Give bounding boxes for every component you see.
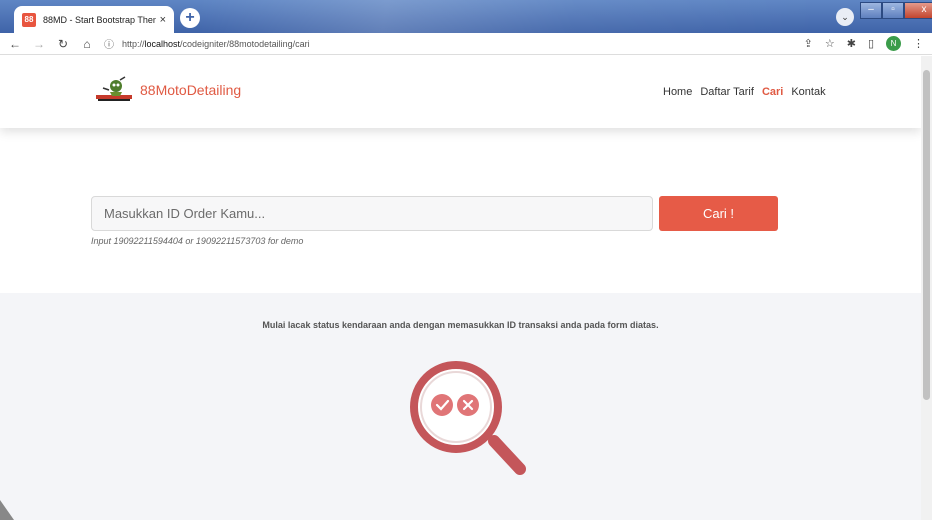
page-content: 88MotoDetailing Home Daftar Tarif Cari K… — [0, 56, 921, 520]
url-prefix: http:// — [122, 38, 145, 49]
back-icon[interactable]: ← — [6, 37, 24, 51]
side-panel-icon[interactable]: ▯ — [868, 37, 874, 50]
site-info-icon[interactable]: ⓘ — [104, 36, 114, 51]
menu-kebab-icon[interactable]: ⋮ — [913, 37, 924, 50]
order-id-input[interactable] — [91, 196, 653, 231]
demo-hint: Input 19092211594404 or 19092211573703 f… — [91, 236, 304, 246]
new-tab-button[interactable]: + — [180, 8, 200, 28]
brand-logo-icon — [96, 76, 132, 101]
window-titlebar: 88 88MD - Start Bootstrap Theme × + ⌄ – … — [0, 0, 932, 33]
reload-icon[interactable]: ↻ — [54, 37, 72, 51]
url-host: localhost — [144, 38, 181, 49]
nav-item-daftar-tarif[interactable]: Daftar Tarif — [700, 86, 754, 98]
search-button[interactable]: Cari ! — [659, 196, 778, 231]
nav-item-kontak[interactable]: Kontak — [791, 86, 825, 98]
magnifier-icon — [410, 361, 526, 475]
corner-decoration — [0, 500, 14, 520]
maximize-button[interactable]: ▫ — [882, 2, 904, 19]
extensions-icon[interactable]: ✱ — [847, 37, 856, 50]
browser-toolbar: ← → ↻ ⌂ ⓘ http://localhost/codeigniter/8… — [0, 33, 932, 55]
tab-close-icon[interactable]: × — [160, 14, 166, 26]
brand[interactable]: 88MotoDetailing — [94, 76, 241, 104]
address-bar[interactable]: ⓘ http://localhost/codeigniter/88motodet… — [104, 36, 310, 52]
profile-avatar[interactable]: N — [886, 36, 901, 51]
share-icon[interactable]: ⇪ — [804, 37, 813, 50]
nav-menu: Home Daftar Tarif Cari Kontak — [663, 86, 826, 98]
close-window-button[interactable]: x — [904, 2, 932, 19]
window-controls: – ▫ x — [860, 2, 932, 19]
minimize-button[interactable]: – — [860, 2, 882, 19]
titlebar-glass — [200, 0, 820, 33]
nav-item-cari[interactable]: Cari — [762, 86, 783, 98]
tab-search-icon[interactable]: ⌄ — [836, 8, 854, 26]
home-icon[interactable]: ⌂ — [78, 37, 96, 51]
site-navbar: 88MotoDetailing Home Daftar Tarif Cari K… — [0, 56, 921, 128]
forward-icon[interactable]: → — [30, 37, 48, 51]
nav-item-home[interactable]: Home — [663, 86, 692, 98]
favicon-icon: 88 — [22, 12, 36, 27]
brand-name: 88MotoDetailing — [140, 82, 242, 98]
toolbar-actions: ⇪ ☆ ✱ ▯ N ⋮ — [804, 36, 924, 51]
result-message: Mulai lacak status kendaraan anda dengan… — [262, 320, 659, 330]
browser-tab[interactable]: 88 88MD - Start Bootstrap Theme × — [14, 6, 174, 33]
result-panel: Mulai lacak status kendaraan anda dengan… — [0, 293, 921, 520]
search-form: Cari ! — [91, 196, 778, 231]
page-scrollbar[interactable] — [921, 56, 932, 520]
url-path: /codeigniter/88motodetailing/cari — [180, 38, 310, 49]
tab-title: 88MD - Start Bootstrap Theme — [43, 14, 156, 25]
bookmark-star-icon[interactable]: ☆ — [825, 37, 835, 50]
scrollbar-thumb[interactable] — [923, 70, 930, 400]
